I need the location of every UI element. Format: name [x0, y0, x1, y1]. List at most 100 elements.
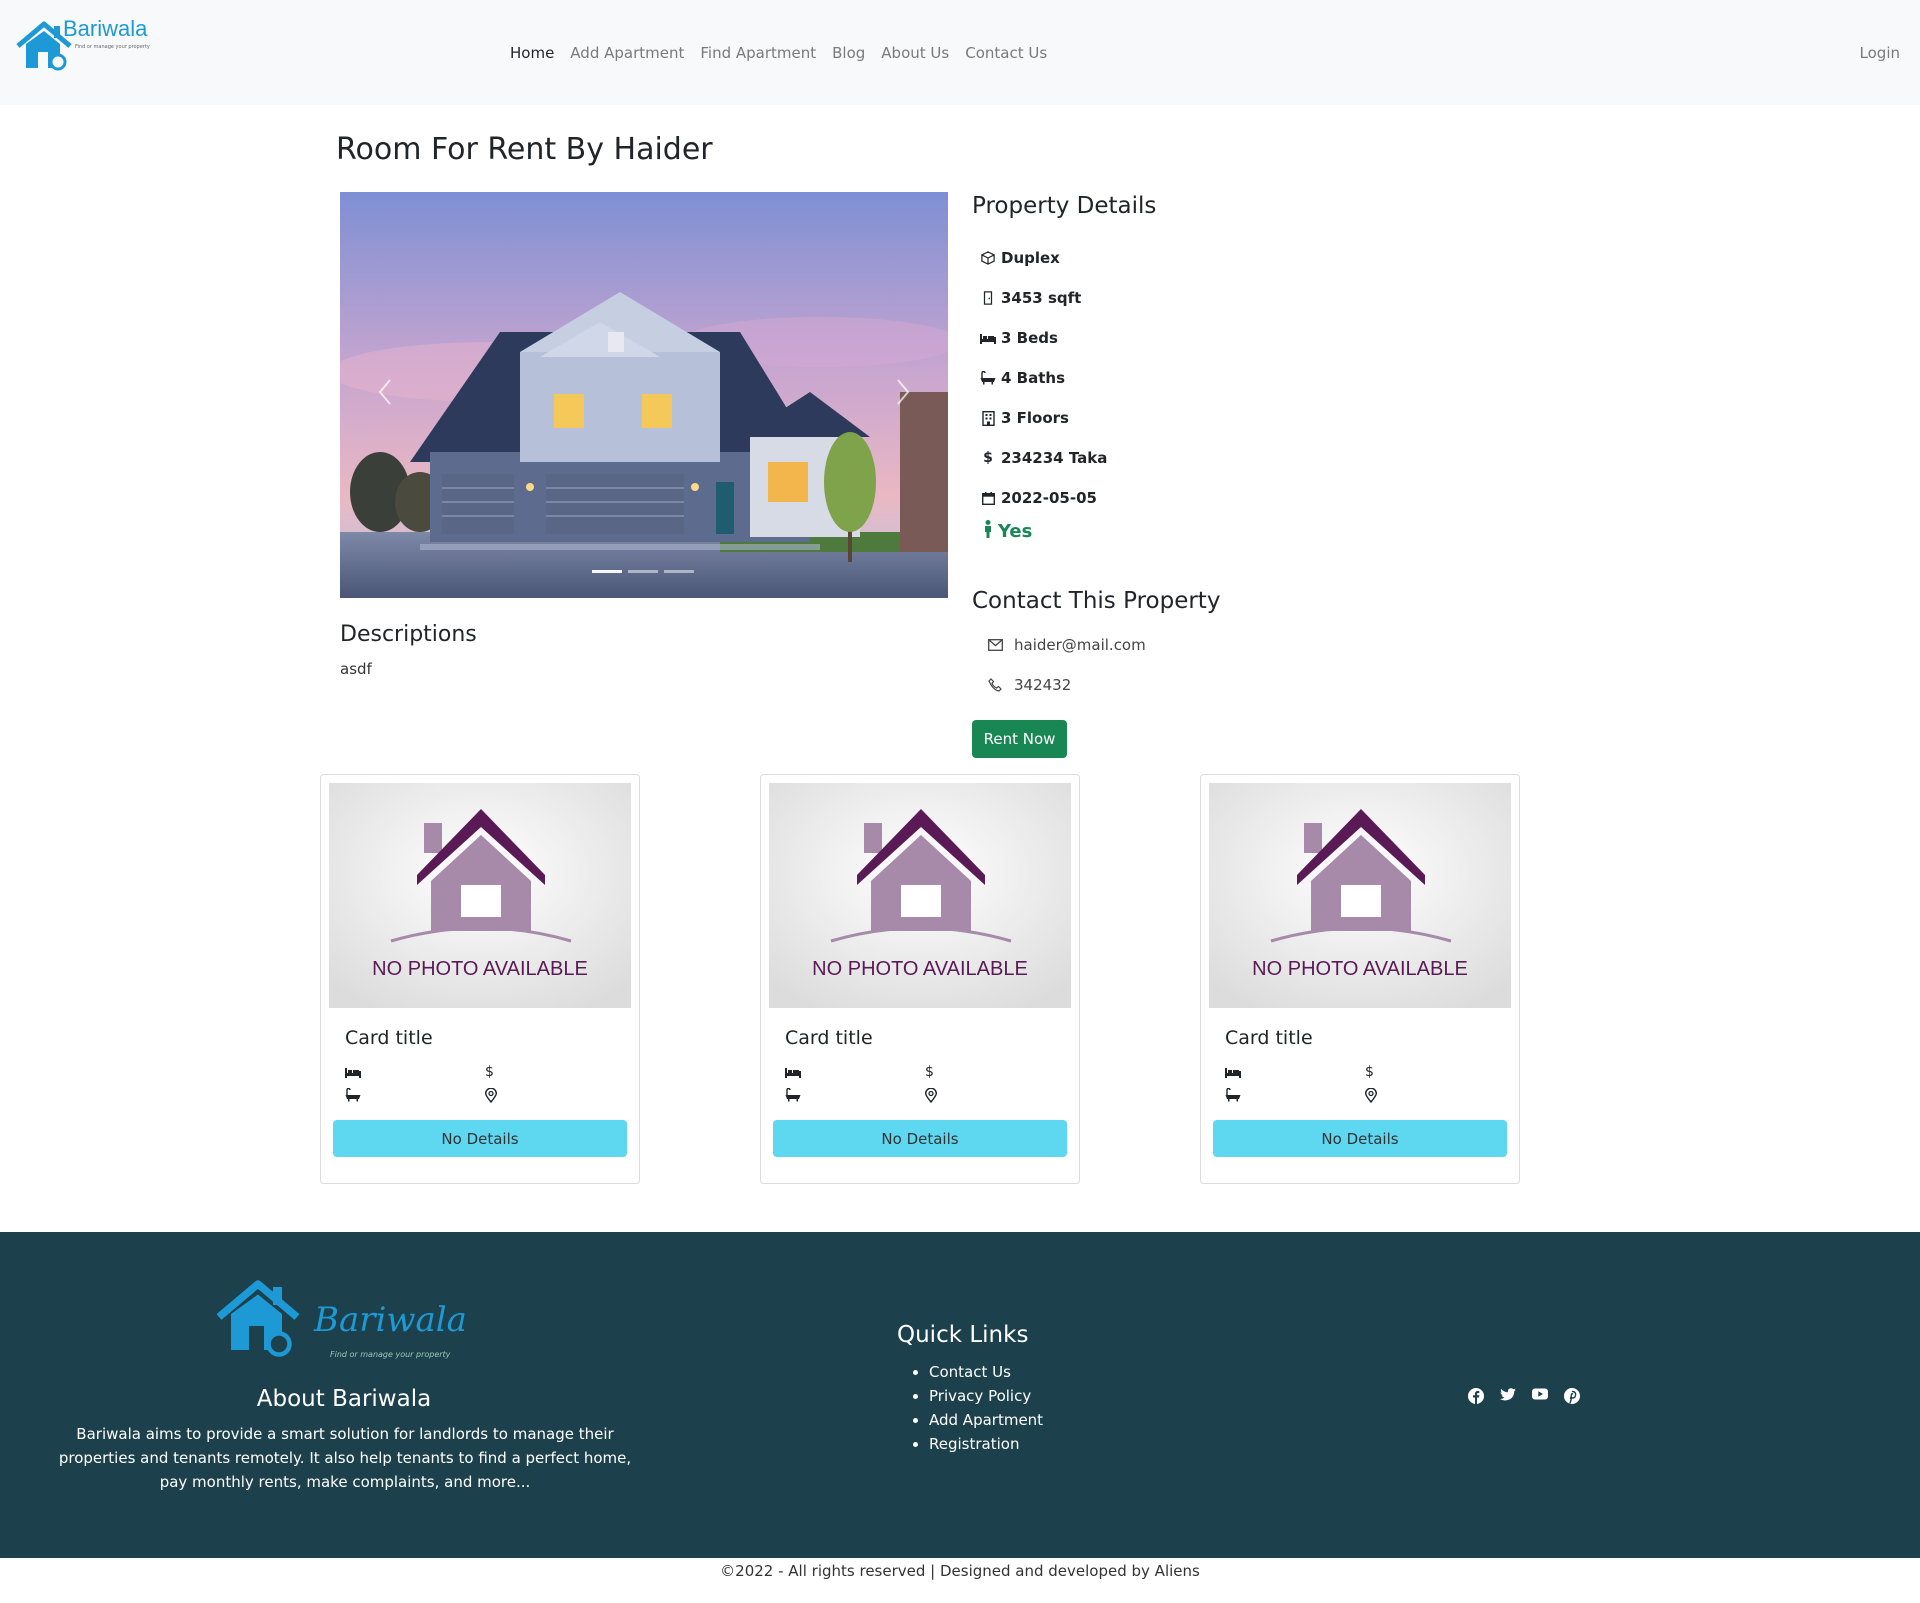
- nav-link-contact-us[interactable]: Contact Us: [965, 44, 1047, 62]
- property-image-carousel[interactable]: [340, 192, 948, 598]
- quick-links-heading: Quick Links: [897, 1322, 1029, 1348]
- box-icon: [980, 250, 996, 266]
- contact-email-row: haider@mail.com: [988, 636, 1146, 654]
- pinterest-icon[interactable]: [1564, 1388, 1580, 1404]
- bed-icon: [980, 330, 996, 346]
- navbar: Bariwala Find or manage your property Ho…: [0, 0, 1920, 105]
- quick-link-privacy-policy[interactable]: Privacy Policy: [929, 1384, 1043, 1408]
- contact-property-heading: Contact This Property: [972, 588, 1221, 614]
- quick-link-registration[interactable]: Registration: [929, 1432, 1043, 1456]
- dollar-icon: $: [1365, 1064, 1374, 1080]
- card-title: Card title: [785, 1027, 873, 1049]
- nav-link-blog[interactable]: Blog: [832, 44, 865, 62]
- footer-brand-name: Bariwala: [314, 1300, 467, 1340]
- property-details-list: Duplex 3453 sqft 3 Beds 4 Baths 3 Floors…: [980, 238, 1107, 518]
- contact-email[interactable]: haider@mail.com: [1014, 636, 1146, 654]
- dollar-icon: $: [983, 450, 993, 466]
- card-meta-row: $: [785, 1063, 1065, 1081]
- detail-beds: 3 Beds: [980, 318, 1107, 358]
- property-card: NO PHOTO AVAILABLE Card title $ No Detai…: [1200, 774, 1520, 1184]
- detail-date-value: 2022-05-05: [1001, 489, 1097, 507]
- detail-beds-value: 3 Beds: [1001, 329, 1058, 347]
- detail-price: $ 234234 Taka: [980, 438, 1107, 478]
- no-photo-text: NO PHOTO AVAILABLE: [372, 958, 588, 980]
- no-photo-text: NO PHOTO AVAILABLE: [812, 958, 1028, 980]
- brand-name[interactable]: Bariwala: [63, 16, 147, 42]
- bathtub-icon: [1225, 1086, 1365, 1104]
- no-photo-text: NO PHOTO AVAILABLE: [1252, 958, 1468, 980]
- carousel-prev-button[interactable]: [370, 372, 400, 412]
- no-photo-image: NO PHOTO AVAILABLE: [329, 783, 631, 1008]
- detail-price-value: 234234 Taka: [1001, 449, 1108, 467]
- contact-phone[interactable]: 342432: [1014, 676, 1071, 694]
- nav-link-home[interactable]: Home: [510, 44, 554, 62]
- detail-floors: 3 Floors: [980, 398, 1107, 438]
- location-pin-icon: [485, 1086, 625, 1104]
- bathtub-icon: [980, 370, 996, 386]
- nav-menu: Home Add Apartment Find Apartment Blog A…: [510, 44, 1063, 62]
- envelope-icon: [988, 639, 1004, 651]
- card-title: Card title: [1225, 1027, 1313, 1049]
- door-icon: [980, 290, 996, 306]
- detail-date: 2022-05-05: [980, 478, 1107, 518]
- carousel-next-button[interactable]: [888, 372, 918, 412]
- about-text: Bariwala aims to provide a smart solutio…: [58, 1425, 632, 1491]
- twitter-icon[interactable]: [1500, 1388, 1516, 1404]
- carousel-indicator[interactable]: [592, 570, 622, 573]
- detail-floors-value: 3 Floors: [1001, 409, 1069, 427]
- availability-value: Yes: [998, 521, 1033, 542]
- contact-phone-row: 342432: [988, 676, 1071, 694]
- location-pin-icon: [925, 1086, 1065, 1104]
- detail-size: 3453 sqft: [980, 278, 1107, 318]
- quick-link-add-apartment[interactable]: Add Apartment: [929, 1408, 1043, 1432]
- detail-type: Duplex: [980, 238, 1107, 278]
- chevron-left-icon: [378, 379, 391, 405]
- carousel-indicators: [592, 570, 694, 573]
- person-icon: [984, 520, 992, 543]
- detail-baths-value: 4 Baths: [1001, 369, 1065, 387]
- card-meta-row: $: [1225, 1063, 1505, 1081]
- phone-icon: [988, 678, 1004, 692]
- quick-link-contact-us[interactable]: Contact Us: [929, 1360, 1043, 1384]
- bathtub-icon: [345, 1086, 485, 1104]
- property-card: NO PHOTO AVAILABLE Card title $ No Detai…: [320, 774, 640, 1184]
- bed-icon: [1225, 1063, 1365, 1081]
- footer: Bariwala Find or manage your property Ab…: [0, 1232, 1920, 1558]
- login-link[interactable]: Login: [1860, 44, 1900, 62]
- dollar-icon: $: [485, 1064, 494, 1080]
- brand-tagline: Find or manage your property: [75, 44, 150, 50]
- bed-icon: [785, 1063, 925, 1081]
- description-text: asdf: [340, 660, 372, 678]
- facebook-icon[interactable]: [1468, 1388, 1484, 1404]
- carousel-indicator[interactable]: [628, 570, 658, 573]
- dollar-icon: $: [925, 1064, 934, 1080]
- detail-type-value: Duplex: [1001, 249, 1060, 267]
- nav-link-add-apartment[interactable]: Add Apartment: [570, 44, 684, 62]
- no-details-button[interactable]: No Details: [1213, 1120, 1507, 1157]
- rent-now-button[interactable]: Rent Now: [972, 720, 1067, 758]
- calendar-icon: [980, 490, 996, 506]
- youtube-icon[interactable]: [1532, 1388, 1548, 1404]
- descriptions-heading: Descriptions: [340, 622, 477, 647]
- chevron-right-icon: [897, 379, 910, 405]
- carousel-indicator[interactable]: [664, 570, 694, 573]
- no-photo-image: NO PHOTO AVAILABLE: [769, 783, 1071, 1008]
- no-photo-image: NO PHOTO AVAILABLE: [1209, 783, 1511, 1008]
- nav-link-about-us[interactable]: About Us: [881, 44, 949, 62]
- bed-icon: [345, 1063, 485, 1081]
- no-details-button[interactable]: No Details: [773, 1120, 1067, 1157]
- card-meta-row: [785, 1086, 1065, 1104]
- nav-link-find-apartment[interactable]: Find Apartment: [700, 44, 816, 62]
- availability-status: Yes: [984, 520, 1032, 543]
- card-meta-row: [1225, 1086, 1505, 1104]
- location-pin-icon: [1365, 1086, 1505, 1104]
- card-meta-row: $: [345, 1063, 625, 1081]
- copyright-text: ©2022 - All rights reserved | Designed a…: [720, 1562, 1200, 1580]
- property-card: NO PHOTO AVAILABLE Card title $ No Detai…: [760, 774, 1080, 1184]
- building-icon: [980, 410, 996, 426]
- card-title: Card title: [345, 1027, 433, 1049]
- social-links: [1468, 1388, 1580, 1404]
- no-details-button[interactable]: No Details: [333, 1120, 627, 1157]
- house-photo: [340, 192, 948, 598]
- card-meta-row: [345, 1086, 625, 1104]
